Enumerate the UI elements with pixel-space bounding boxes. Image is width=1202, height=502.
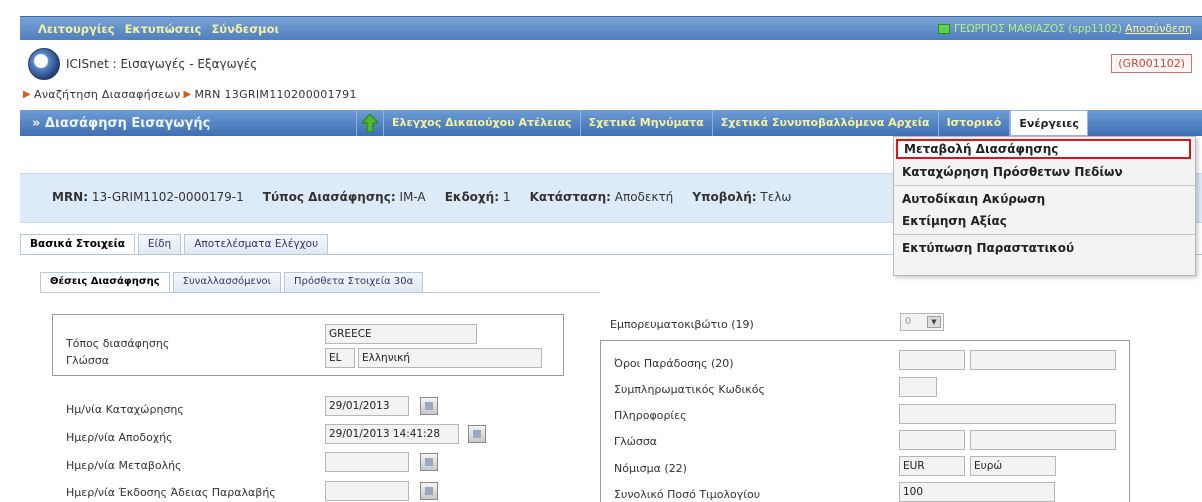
container-value: 0 bbox=[905, 316, 912, 327]
reg-date-field: 29/01/2013 bbox=[325, 396, 409, 416]
tab-basic-info[interactable]: Βασικά Στοιχεία bbox=[20, 234, 135, 254]
currency-label: Νόμισμα (22) bbox=[614, 462, 687, 475]
issue-date-label: Ημερ/νία Έκδοσης Άδειας Παραλαβής bbox=[66, 486, 276, 499]
user-icon bbox=[938, 23, 951, 34]
up-arrow-button[interactable] bbox=[356, 110, 384, 136]
currency-name-field: Ευρώ bbox=[970, 456, 1056, 476]
change-date-label: Ημερ/νία Μεταβολής bbox=[66, 459, 182, 472]
breadcrumb: ▶ Αναζήτηση Διασαφήσεων ▶ MRN 13GRIM1102… bbox=[20, 88, 357, 101]
menu-prints[interactable]: Εκτυπώσεις bbox=[125, 22, 202, 36]
tab-additional-30a[interactable]: Πρόσθετα Στοιχεία 30α bbox=[284, 272, 424, 292]
toolbar-history[interactable]: Ιστορικό bbox=[939, 110, 1011, 136]
lang-name-field-right bbox=[970, 430, 1116, 450]
user-name: ΓΕΩΡΓΙΟΣ ΜΑΘΙΑΖΟΣ (spp1102) bbox=[954, 22, 1122, 35]
app-logo-icon bbox=[28, 48, 60, 80]
main-tabs: Βασικά Στοιχεία Είδη Αποτελέσματα Ελέγχο… bbox=[20, 234, 331, 254]
language-name-field: Ελληνική bbox=[358, 348, 542, 368]
info-label: Πληροφορίες bbox=[614, 409, 687, 422]
terms-label: Όροι Παράδοσης (20) bbox=[614, 357, 734, 370]
calendar-icon[interactable] bbox=[420, 397, 438, 415]
tab-declaration-positions[interactable]: Θέσεις Διασάφησης bbox=[40, 272, 170, 292]
user-info: ΓΕΩΡΓΙΟΣ ΜΑΘΙΑΖΟΣ (spp1102) bbox=[938, 23, 1122, 35]
action-add-fields[interactable]: Καταχώρηση Πρόσθετων Πεδίων bbox=[894, 161, 1195, 183]
tab-control-results[interactable]: Αποτελέσματα Ελέγχου bbox=[184, 234, 329, 254]
divider bbox=[40, 292, 600, 293]
toolbar-actions[interactable]: Ενέργειες bbox=[1010, 110, 1088, 136]
action-print-document[interactable]: Εκτύπωση Παραστατικού bbox=[894, 237, 1195, 259]
status-value: Αποδεκτή bbox=[614, 190, 674, 204]
status-label: Κατάσταση: bbox=[529, 190, 611, 204]
language-code-field: EL bbox=[325, 348, 355, 368]
app-header: ICISnet : Εισαγωγές - Εξαγωγές (GR001102… bbox=[20, 44, 1202, 84]
lang-code-field-right bbox=[899, 430, 965, 450]
currency-code-field: EUR bbox=[899, 456, 965, 476]
top-menu-bar: Λειτουργίες Εκτυπώσεις Σύνδεσμοι ΓΕΩΡΓΙΟ… bbox=[20, 16, 1202, 40]
change-date-field[interactable] bbox=[325, 452, 409, 472]
version-value: 1 bbox=[502, 190, 511, 204]
declaration-toolbar: » Διασάφηση Εισαγωγής Ελεγχος Δικαιούχου… bbox=[20, 110, 1202, 136]
tab-traders[interactable]: Συναλλασσόμενοι bbox=[172, 272, 282, 292]
breadcrumb-search[interactable]: Αναζήτηση Διασαφήσεων bbox=[34, 88, 180, 101]
issue-date-field[interactable] bbox=[325, 481, 409, 501]
info-field bbox=[899, 404, 1116, 424]
language-label: Γλώσσα bbox=[66, 354, 110, 367]
tab-items[interactable]: Είδη bbox=[137, 234, 182, 254]
accept-date-label: Ημερ/νία Αποδοχής bbox=[66, 431, 173, 444]
action-value-estimate[interactable]: Εκτίμηση Αξίας bbox=[894, 210, 1195, 232]
office-code-badge: (GR001102) bbox=[1111, 54, 1192, 73]
toolbar-beneficiary-check[interactable]: Ελεγχος Δικαιούχου Ατέλειας bbox=[384, 110, 581, 136]
place-label: Τόπος διασάφησης bbox=[66, 337, 170, 350]
mrn-value: 13-GRIM1102-0000179-1 bbox=[91, 190, 244, 204]
sub-tabs: Θέσεις Διασάφησης Συναλλασσόμενοι Πρόσθε… bbox=[40, 272, 426, 292]
place-field: GREECE bbox=[325, 324, 477, 344]
action-modify-declaration[interactable]: Μεταβολή Διασάφησης bbox=[896, 139, 1191, 159]
reg-date-label: Ημ/νία Καταχώρησης bbox=[66, 403, 184, 416]
top-menu: Λειτουργίες Εκτυπώσεις Σύνδεσμοι bbox=[20, 22, 279, 36]
total-label: Συνολικό Ποσό Τιμολογίου bbox=[614, 488, 761, 501]
toolbar-related-messages[interactable]: Σχετικά Μηνύματα bbox=[581, 110, 713, 136]
lang-label-right: Γλώσσα bbox=[614, 435, 658, 448]
type-label: Τύπος Διασάφησης: bbox=[262, 190, 396, 204]
chevron-down-icon: ▼ bbox=[927, 316, 941, 328]
calendar-icon[interactable] bbox=[468, 425, 486, 443]
toolbar-related-files[interactable]: Σχετικά Συνυποβαλλόμενα Αρχεία bbox=[713, 110, 939, 136]
submit-value: Τελω bbox=[760, 190, 792, 204]
calendar-icon[interactable] bbox=[420, 482, 438, 500]
declaration-summary: MRN: 13-GRIM1102-0000179-1 Τύπος Διασάφη… bbox=[52, 190, 791, 204]
menu-links[interactable]: Σύνδεσμοι bbox=[211, 22, 279, 36]
actions-dropdown: Μεταβολή Διασάφησης Καταχώρηση Πρόσθετων… bbox=[893, 136, 1196, 276]
calendar-icon[interactable] bbox=[420, 453, 438, 471]
submit-label: Υποβολή: bbox=[692, 190, 757, 204]
arrow-icon: ▶ bbox=[183, 89, 192, 100]
menu-functions[interactable]: Λειτουργίες bbox=[38, 22, 115, 36]
logout-link[interactable]: Αποσύνδεση bbox=[1125, 22, 1192, 35]
container-label: Εμπορευματοκιβώτιο (19) bbox=[610, 318, 754, 331]
mrn-label: MRN: bbox=[52, 190, 89, 204]
terms-code-field bbox=[899, 350, 965, 370]
up-arrow-icon bbox=[362, 114, 378, 132]
supp-code-field bbox=[899, 377, 937, 397]
type-value: IM-A bbox=[399, 190, 426, 204]
total-field: 100 bbox=[899, 482, 1055, 502]
divider bbox=[894, 185, 1195, 186]
divider bbox=[894, 234, 1195, 235]
container-select[interactable]: 0 ▼ bbox=[900, 313, 944, 331]
action-auto-cancel[interactable]: Αυτοδίκαιη Ακύρωση bbox=[894, 188, 1195, 210]
supp-code-label: Συμπληρωματικός Κωδικός bbox=[614, 383, 765, 396]
page-title: » Διασάφηση Εισαγωγής bbox=[32, 115, 211, 131]
arrow-icon: ▶ bbox=[23, 89, 31, 100]
terms-desc-field bbox=[970, 350, 1116, 370]
version-label: Εκδοχή: bbox=[444, 190, 500, 204]
accept-date-field: 29/01/2013 14:41:28 bbox=[325, 424, 459, 444]
breadcrumb-mrn: MRN 13GRIM110200001791 bbox=[194, 88, 357, 101]
app-title: ICISnet : Εισαγωγές - Εξαγωγές bbox=[66, 57, 258, 71]
